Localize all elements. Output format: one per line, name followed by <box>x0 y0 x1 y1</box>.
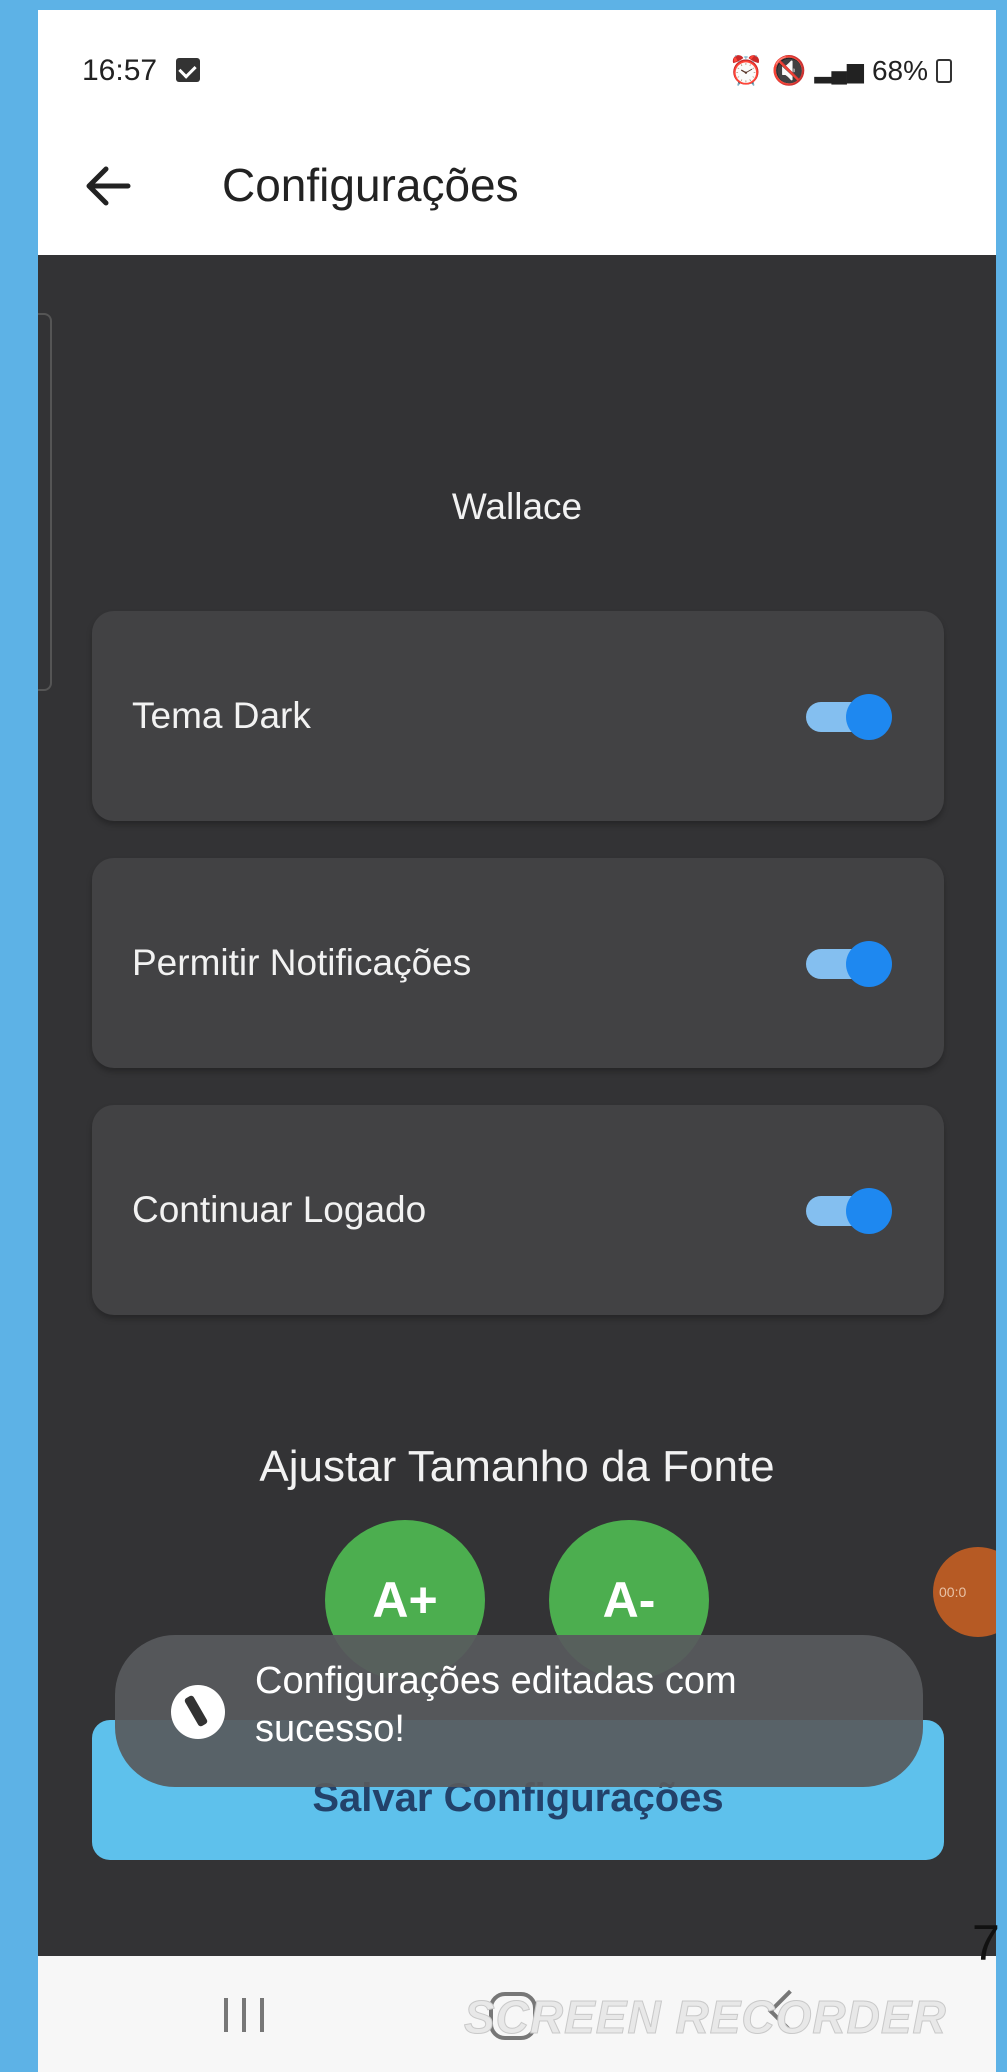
navigation-bar: SCREEN RECORDER <box>38 1956 996 2072</box>
toast-text: Configurações editadas com sucesso! <box>255 1660 737 1750</box>
screen-recorder-watermark: SCREEN RECORDER <box>464 1991 947 2044</box>
mute-icon: 🔇 <box>771 55 807 86</box>
tema-dark-toggle[interactable] <box>806 694 892 740</box>
setting-label: Permitir Notificações <box>132 942 472 983</box>
page-number: 7 <box>972 1915 1000 1971</box>
phone-screen: 16:57 ⏰ 🔇 ▂▄▆ 68% Configurações Wallace … <box>38 10 996 2072</box>
setting-label: Tema Dark <box>132 695 311 736</box>
signal-icon: ▂▄▆ <box>814 57 864 83</box>
toggle-thumb <box>846 1188 892 1234</box>
setting-card-notificacoes[interactable]: Permitir Notificações <box>92 858 944 1068</box>
app-bar: Configurações <box>38 120 996 255</box>
setting-label: Continuar Logado <box>132 1189 427 1230</box>
status-icons: ⏰ 🔇 ▂▄▆ 68% <box>729 54 952 87</box>
notification-check-icon <box>176 58 200 82</box>
battery-percent: 68% <box>871 54 928 86</box>
continuar-logado-toggle[interactable] <box>806 1188 892 1234</box>
alarm-icon: ⏰ <box>728 55 764 86</box>
app-icon <box>171 1685 225 1739</box>
page-title: Configurações <box>222 159 519 211</box>
recorder-bubble[interactable]: 00:0 <box>933 1547 996 1637</box>
user-name: Wallace <box>451 486 583 527</box>
font-size-title: Ajustar Tamanho da Fonte <box>259 1442 775 1491</box>
back-arrow-icon[interactable] <box>78 156 138 216</box>
toggle-thumb <box>846 941 892 987</box>
status-time: 16:57 <box>82 54 158 87</box>
recents-icon[interactable] <box>224 1998 264 2032</box>
setting-card-continuar-logado[interactable]: Continuar Logado <box>92 1105 944 1315</box>
setting-card-tema-dark[interactable]: Tema Dark <box>92 611 944 821</box>
status-bar: 16:57 ⏰ 🔇 ▂▄▆ 68% <box>38 10 996 120</box>
toggle-thumb <box>846 694 892 740</box>
battery-icon <box>936 58 952 83</box>
notificacoes-toggle[interactable] <box>806 941 892 987</box>
toast-message: Configurações editadas com sucesso! <box>115 1635 923 1787</box>
